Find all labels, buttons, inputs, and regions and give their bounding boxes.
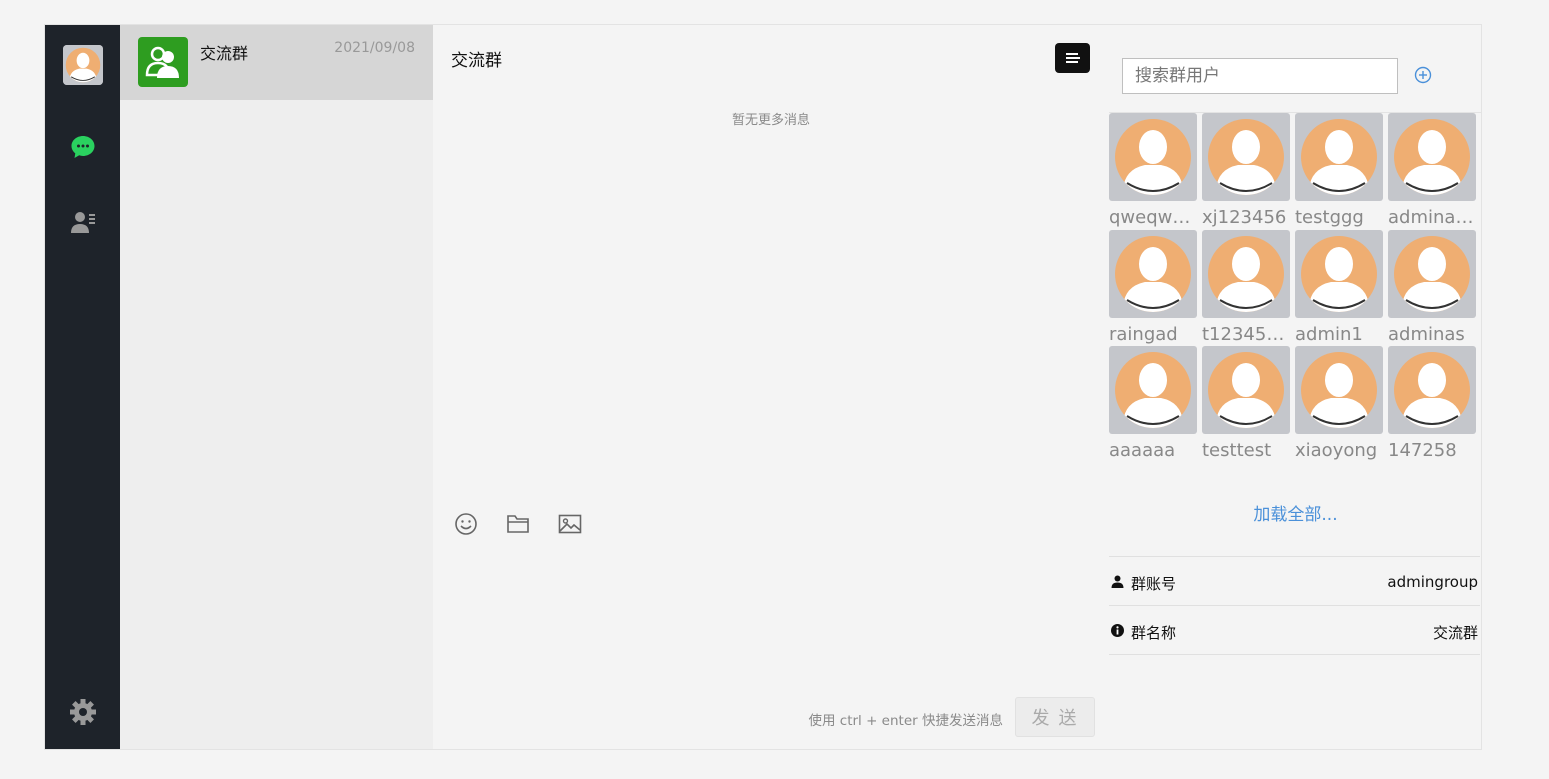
member-item[interactable]: xiaoyong bbox=[1295, 346, 1383, 462]
member-name: xj123456 bbox=[1202, 207, 1287, 228]
image-button[interactable] bbox=[557, 511, 583, 537]
plus-circle-icon bbox=[1414, 66, 1432, 84]
conversation-date: 2021/09/08 bbox=[334, 40, 415, 56]
member-avatar bbox=[1202, 230, 1290, 318]
user-avatar-icon bbox=[1301, 236, 1377, 312]
member-name: adminas bbox=[1388, 324, 1465, 345]
member-avatar bbox=[1109, 346, 1197, 434]
member-item[interactable]: admin1 bbox=[1295, 230, 1383, 346]
member-name: testtest bbox=[1202, 440, 1272, 461]
member-avatar bbox=[1388, 230, 1476, 318]
member-search-input[interactable] bbox=[1122, 58, 1398, 94]
member-item[interactable]: adminas bbox=[1388, 230, 1476, 346]
user-avatar-icon bbox=[1394, 352, 1470, 428]
send-hint: 使用 ctrl + enter 快捷发送消息 bbox=[808, 713, 1003, 729]
chat-bubble-icon bbox=[71, 136, 95, 158]
image-icon bbox=[558, 514, 582, 534]
no-more-messages: 暂无更多消息 bbox=[731, 113, 810, 128]
member-name: raingad bbox=[1109, 324, 1178, 345]
member-item[interactable]: xj123456 bbox=[1202, 113, 1290, 229]
member-name: qweqwe... bbox=[1109, 207, 1197, 228]
user-avatar-icon bbox=[63, 45, 103, 85]
contacts-icon bbox=[71, 212, 95, 233]
group-account-value: admingroup bbox=[1387, 573, 1478, 591]
member-avatar bbox=[1295, 113, 1383, 201]
user-avatar-icon bbox=[1208, 119, 1284, 195]
member-item[interactable]: raingad bbox=[1109, 230, 1197, 346]
group-icon bbox=[145, 46, 179, 78]
chat-app-window: 交流群 2021/09/08 交流群 暂无更多消息 使用 ctrl + ente… bbox=[44, 24, 1482, 750]
message-input[interactable] bbox=[451, 547, 1095, 691]
chat-menu-button[interactable] bbox=[1055, 43, 1090, 73]
send-button[interactable]: 发 送 bbox=[1015, 697, 1095, 737]
member-name: testggg bbox=[1295, 207, 1364, 228]
member-avatar bbox=[1388, 113, 1476, 201]
member-name: admin1 bbox=[1295, 324, 1363, 345]
member-name: adminad... bbox=[1388, 207, 1476, 228]
member-avatar bbox=[1109, 230, 1197, 318]
member-item[interactable]: testggg bbox=[1295, 113, 1383, 229]
user-avatar-icon bbox=[1394, 119, 1470, 195]
nav-chat-button[interactable] bbox=[69, 133, 97, 161]
folder-icon bbox=[507, 515, 529, 533]
group-account-row: 群账号 admingroup bbox=[1109, 556, 1480, 606]
user-avatar-icon bbox=[1115, 119, 1191, 195]
info-icon bbox=[1111, 624, 1124, 637]
member-name: t123456... bbox=[1202, 324, 1290, 345]
member-avatar bbox=[1109, 113, 1197, 201]
add-member-button[interactable] bbox=[1414, 66, 1432, 84]
user-avatar-icon bbox=[1208, 352, 1284, 428]
member-avatar bbox=[1202, 346, 1290, 434]
member-item[interactable]: 147258 bbox=[1388, 346, 1476, 462]
member-item[interactable]: adminad... bbox=[1388, 113, 1476, 229]
user-avatar-icon bbox=[1208, 236, 1284, 312]
gear-icon bbox=[70, 699, 96, 725]
user-avatar-icon bbox=[1394, 236, 1470, 312]
group-name-row: 群名称 交流群 bbox=[1109, 605, 1480, 655]
member-avatar bbox=[1202, 113, 1290, 201]
user-avatar-icon bbox=[1301, 119, 1377, 195]
conversation-item[interactable]: 交流群 2021/09/08 bbox=[120, 25, 433, 100]
chat-panel: 交流群 暂无更多消息 使用 ctrl + enter 快捷发送消息 发 送 bbox=[433, 25, 1109, 749]
member-item[interactable]: testtest bbox=[1202, 346, 1290, 462]
group-name-label: 群名称 bbox=[1131, 624, 1177, 642]
my-avatar[interactable] bbox=[63, 45, 103, 85]
user-icon bbox=[1111, 575, 1124, 588]
group-info-panel: qweqwe...xj123456 testggg adminad... rainga… bbox=[1109, 25, 1482, 749]
member-name: xiaoyong bbox=[1295, 440, 1378, 461]
member-item[interactable]: qweqwe... bbox=[1109, 113, 1197, 229]
group-account-label: 群账号 bbox=[1131, 575, 1177, 593]
conversation-name: 交流群 bbox=[200, 44, 249, 63]
member-item[interactable]: aaaaaa bbox=[1109, 346, 1197, 462]
conversation-list: 交流群 2021/09/08 bbox=[120, 25, 433, 749]
nav-settings-button[interactable] bbox=[69, 698, 97, 726]
nav-contacts-button[interactable] bbox=[69, 208, 97, 236]
member-name: aaaaaa bbox=[1109, 440, 1176, 461]
member-avatar bbox=[1295, 230, 1383, 318]
emoji-button[interactable] bbox=[453, 511, 479, 537]
user-avatar-icon bbox=[1115, 352, 1191, 428]
group-avatar bbox=[138, 37, 188, 87]
menu-icon bbox=[1065, 53, 1080, 63]
chat-title: 交流群 bbox=[451, 51, 502, 71]
divider bbox=[1109, 654, 1480, 655]
member-item[interactable]: t123456... bbox=[1202, 230, 1290, 346]
nav-sidebar bbox=[45, 25, 120, 749]
member-name: 147258 bbox=[1388, 440, 1457, 461]
group-name-value: 交流群 bbox=[1432, 624, 1478, 642]
user-avatar-icon bbox=[1115, 236, 1191, 312]
load-all-members-link[interactable]: 加载全部... bbox=[1109, 500, 1482, 525]
file-button[interactable] bbox=[505, 511, 531, 537]
emoji-icon bbox=[455, 513, 477, 535]
user-avatar-icon bbox=[1301, 352, 1377, 428]
member-avatar bbox=[1388, 346, 1476, 434]
member-avatar bbox=[1295, 346, 1383, 434]
